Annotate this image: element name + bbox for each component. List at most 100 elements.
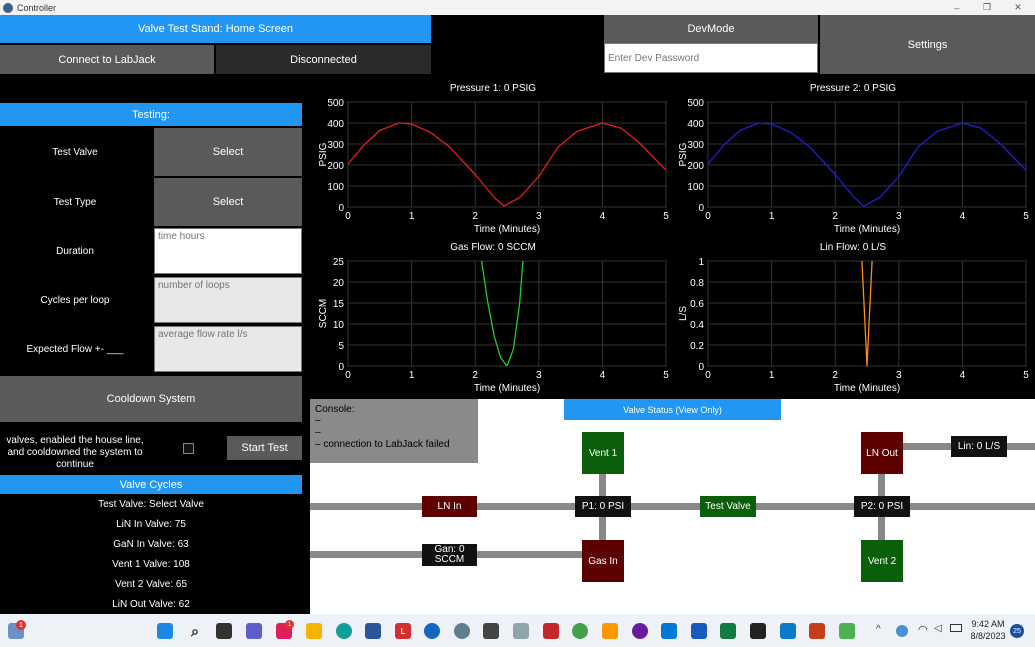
y-tick-label: 300 xyxy=(327,140,344,151)
settings-gear-icon[interactable] xyxy=(454,623,470,639)
gas-in-valve: Gas In xyxy=(582,540,624,582)
x-tick-label: 1 xyxy=(409,370,415,381)
expected-flow-input[interactable] xyxy=(154,326,302,372)
maximize-icon[interactable]: ❐ xyxy=(972,0,1002,15)
photos-icon[interactable] xyxy=(513,623,529,639)
wifi-icon[interactable]: ◠ xyxy=(918,623,928,636)
chrome-icon[interactable] xyxy=(572,623,588,639)
devmode-button[interactable]: DevMode xyxy=(604,15,818,43)
excel-icon[interactable] xyxy=(720,623,736,639)
connection-status: Disconnected xyxy=(216,45,431,74)
podcast-icon[interactable] xyxy=(632,623,648,639)
x-tick-label: 3 xyxy=(536,370,542,381)
tray-badge[interactable]: 25 xyxy=(1010,624,1024,638)
cooldown-system-button[interactable]: Cooldown System xyxy=(0,376,302,422)
task-view-icon[interactable] xyxy=(216,623,232,639)
pressure1-chart-title: Pressure 1: 0 PSIG xyxy=(449,83,537,94)
test-valve-select-button[interactable]: Select xyxy=(154,128,302,176)
x-tick-label: 2 xyxy=(472,211,478,222)
x-axis-label: Time (Minutes) xyxy=(834,383,900,394)
cycle-vent1: Vent 1 Valve: 108 xyxy=(112,559,190,570)
lin-flow-readout: Lin: 0 L/S xyxy=(951,436,1007,457)
console-line: – xyxy=(315,427,321,438)
valve-diagram: Console: – – – connection to LabJack fai… xyxy=(310,399,1035,614)
x-axis-label: Time (Minutes) xyxy=(834,224,900,235)
connect-labjack-button[interactable]: Connect to LabJack xyxy=(0,45,214,74)
tray-chevron-icon[interactable]: ^ xyxy=(876,624,881,635)
help-icon[interactable] xyxy=(424,623,440,639)
duration-label: Duration xyxy=(56,245,94,257)
y-tick-label: 0 xyxy=(338,203,344,214)
start-test-button[interactable]: Start Test xyxy=(227,436,302,460)
edge-icon[interactable] xyxy=(336,623,352,639)
minimize-icon[interactable]: – xyxy=(942,0,972,15)
valve-status-header: Valve Status (View Only) xyxy=(564,399,781,420)
gas-flow-chart-title: Gas Flow: 0 SCCM xyxy=(450,242,536,253)
battery-icon[interactable] xyxy=(950,624,962,632)
duration-input[interactable] xyxy=(154,228,302,274)
acrobat-icon[interactable] xyxy=(543,623,559,639)
x-tick-label: 4 xyxy=(960,211,966,222)
outlook-icon[interactable] xyxy=(661,623,677,639)
y-tick-label: 1 xyxy=(698,257,704,268)
gan-flow-readout: Gan: 0 SCCM xyxy=(422,544,477,566)
y-tick-label: 200 xyxy=(327,161,344,172)
x-axis-label: Time (Minutes) xyxy=(474,383,540,394)
cycle-lin-in: LiN In Valve: 75 xyxy=(116,519,186,530)
notification-badge: 1 xyxy=(16,620,26,630)
y-tick-label: 0 xyxy=(698,203,704,214)
y-tick-label: 10 xyxy=(333,320,345,331)
plot-area xyxy=(347,260,667,367)
test-type-select-button[interactable]: Select xyxy=(154,178,302,226)
page-title: Valve Test Stand: Home Screen xyxy=(0,15,431,43)
store-icon[interactable] xyxy=(365,623,381,639)
volume-icon[interactable]: ◁ xyxy=(934,623,942,634)
k3-app-icon[interactable] xyxy=(483,623,499,639)
ln-out-valve: LN Out xyxy=(861,432,903,474)
x-tick-label: 0 xyxy=(705,211,711,222)
y-tick-label: 100 xyxy=(687,182,704,193)
close-icon[interactable]: ✕ xyxy=(1003,0,1033,15)
x-tick-label: 3 xyxy=(896,370,902,381)
x-tick-label: 0 xyxy=(345,211,351,222)
gas-flow-chart: 0 1 2 3 4 5 0 5 10 15 20 25 Time (Minutes) SCCM xyxy=(318,257,669,394)
cycles-per-loop-label: Cycles per loop xyxy=(40,294,110,306)
windows-start-icon[interactable] xyxy=(157,623,173,639)
x-tick-label: 2 xyxy=(472,370,478,381)
app-l-icon[interactable]: L xyxy=(395,623,411,639)
test-valve-label: Test Valve xyxy=(52,146,98,158)
test-type-label: Test Type xyxy=(53,196,97,208)
settings-button[interactable]: Settings xyxy=(820,15,1035,74)
y-tick-label: 500 xyxy=(687,98,704,109)
vent1-valve: Vent 1 xyxy=(582,432,624,474)
dev-password-input[interactable] xyxy=(604,43,818,73)
y-tick-label: 300 xyxy=(687,140,704,151)
taskbar-time[interactable]: 9:42 AM xyxy=(966,619,1010,629)
confirm-checkbox[interactable] xyxy=(183,443,194,454)
taskbar-date[interactable]: 8/8/2023 xyxy=(966,631,1010,641)
word-icon[interactable] xyxy=(691,623,707,639)
powerpoint-icon[interactable] xyxy=(809,623,825,639)
pressure1-chart: 0 1 2 3 4 5 0 100 200 300 400 500 Time (Minutes) PSIG xyxy=(318,98,669,235)
widgets-icon[interactable] xyxy=(602,623,618,639)
test-valve-node: Test Valve xyxy=(700,496,756,517)
y-tick-label: 25 xyxy=(333,257,345,268)
x-tick-label: 5 xyxy=(663,211,669,222)
controller-app-icon[interactable] xyxy=(839,623,855,639)
x-tick-label: 1 xyxy=(409,211,415,222)
app-icon xyxy=(3,2,13,13)
file-explorer-icon[interactable] xyxy=(306,623,322,639)
lin-flow-chart-title: Lin Flow: 0 L/S xyxy=(819,242,887,253)
terminal-icon[interactable] xyxy=(750,623,766,639)
y-axis-label: SCCM xyxy=(318,299,329,328)
vscode-icon[interactable] xyxy=(780,623,796,639)
cycle-test-valve: Test Valve: Select Valve xyxy=(98,499,204,510)
onedrive-icon[interactable] xyxy=(896,625,908,637)
search-icon[interactable]: ⌕ xyxy=(187,623,203,639)
y-tick-label: 400 xyxy=(327,119,344,130)
cycle-vent2: Vent 2 Valve: 65 xyxy=(114,579,188,590)
x-tick-label: 4 xyxy=(600,370,606,381)
test-instructions: valves, enabled the house line, and cool… xyxy=(6,435,144,470)
teams-icon[interactable] xyxy=(246,623,262,639)
cycles-input[interactable] xyxy=(154,277,302,323)
